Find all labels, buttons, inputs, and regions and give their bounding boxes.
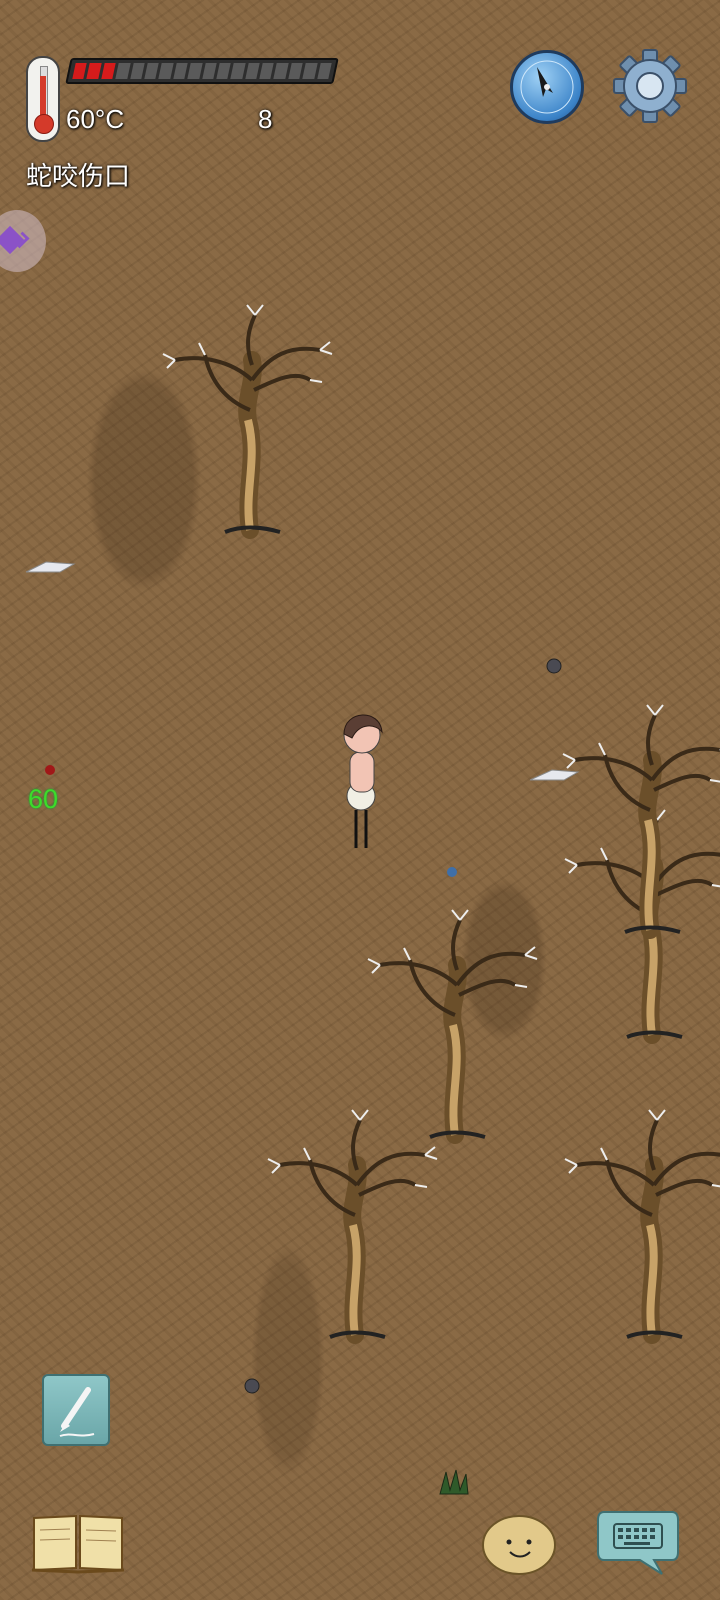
dead-tree[interactable]	[368, 910, 537, 1137]
blue-pebble[interactable]	[447, 867, 457, 877]
game-world[interactable]	[0, 0, 720, 1600]
dead-tree[interactable]	[563, 705, 720, 932]
health-segment	[86, 63, 102, 79]
health-segment	[316, 63, 332, 79]
world-objects	[25, 0, 720, 1495]
red-berry[interactable]	[45, 765, 55, 775]
gear-icon[interactable]	[612, 48, 688, 124]
flint-shard[interactable]	[25, 561, 76, 573]
health-segment	[129, 63, 145, 79]
health-segment	[144, 63, 160, 79]
day-counter: 8	[258, 104, 273, 134]
health-segment	[230, 63, 246, 79]
small-stone[interactable]	[244, 1378, 260, 1394]
health-segment	[216, 63, 231, 79]
status-effect-label: 蛇咬伤口	[26, 161, 131, 191]
health-segment	[259, 63, 275, 79]
health-segment	[173, 63, 188, 79]
chat-button[interactable]	[596, 1506, 680, 1578]
pet-button[interactable]	[480, 1512, 558, 1576]
health-segment	[302, 63, 318, 79]
small-stone[interactable]	[546, 658, 562, 674]
journal-button[interactable]	[30, 1510, 126, 1574]
green-bush[interactable]	[439, 1469, 469, 1495]
temperature-readout: 60°C	[66, 104, 125, 134]
flint-shard[interactable]	[529, 769, 580, 781]
player-character[interactable]	[343, 714, 383, 848]
health-segment	[187, 63, 203, 79]
damage-popup: 60	[28, 784, 59, 814]
health-segment	[115, 63, 131, 79]
health-segment	[273, 63, 289, 79]
dead-tree[interactable]	[268, 1110, 437, 1337]
dead-tree[interactable]	[565, 1110, 720, 1337]
potato-face-icon	[482, 1515, 556, 1575]
health-segment	[288, 63, 303, 79]
health-segment	[201, 63, 217, 79]
compass-icon[interactable]	[510, 50, 584, 124]
health-bar	[65, 58, 339, 84]
keyboard-icon	[597, 1511, 679, 1575]
thermometer-icon	[26, 56, 60, 142]
dead-tree[interactable]	[163, 305, 332, 532]
note-button[interactable]	[42, 1374, 110, 1446]
health-segment	[101, 63, 116, 79]
pencil-icon	[59, 1387, 95, 1437]
health-segment	[72, 63, 88, 79]
health-segment	[244, 63, 260, 79]
book-icon	[31, 1514, 125, 1574]
health-segment	[158, 63, 174, 79]
